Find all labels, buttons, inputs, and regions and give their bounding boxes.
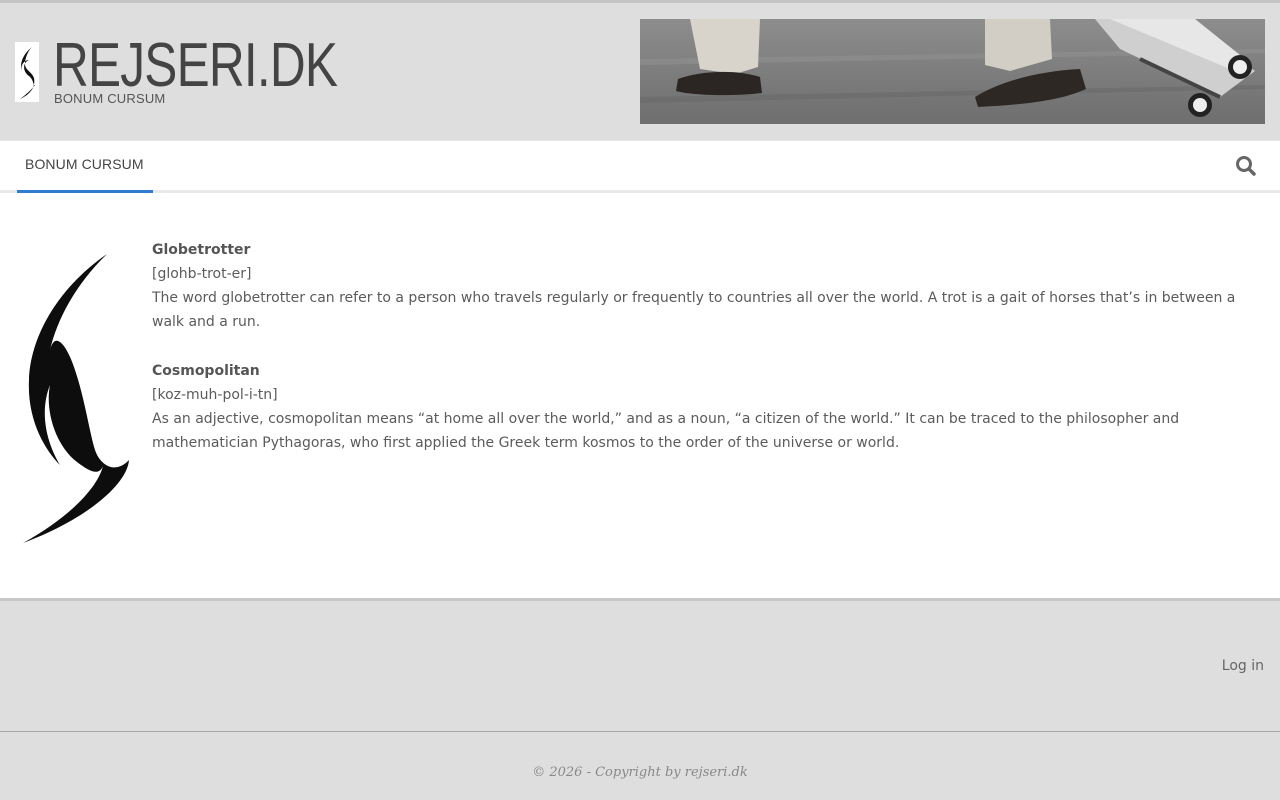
dictionary-entry: Globetrotter [glohb-trot-er] The word gl… [152,238,1264,334]
entry-pronunciation: [glohb-trot-er] [152,266,252,282]
nav-item-label: BONUM CURSUM [25,156,144,172]
footer-divider [0,731,1280,732]
main-navigation: BONUM CURSUM [0,140,1280,193]
login-link[interactable]: Log in [1222,658,1264,674]
copyright-text: © 2026 - Copyright by rejseri.dk [532,765,748,780]
site-title[interactable]: REJSERI.DK [53,33,338,99]
entry-pronunciation: [koz-muh-pol-i-tn] [152,387,278,403]
site-tagline: BONUM CURSUM [54,91,166,106]
dictionary-entries: Globetrotter [glohb-trot-er] The word gl… [152,238,1264,455]
site-logo[interactable] [15,42,39,102]
entry-term: Globetrotter [152,242,251,258]
search-button[interactable] [1234,153,1258,179]
crescent-swirl-logo-icon [15,250,133,548]
entry-term: Cosmopolitan [152,363,260,379]
dictionary-entry: Cosmopolitan [koz-muh-pol-i-tn] As an ad… [152,359,1264,455]
search-icon [1236,156,1256,176]
nav-item-bonum-cursum[interactable]: BONUM CURSUM [17,141,153,193]
crescent-swirl-logo-icon [20,47,35,99]
entry-definition: The word globetrotter can refer to a per… [152,290,1236,330]
header-banner-image [640,19,1265,124]
entry-definition: As an adjective, cosmopolitan means “at … [152,411,1180,451]
site-footer: Log in © 2026 - Copyright by rejseri.dk [0,598,1280,800]
site-header: REJSERI.DK BONUM CURSUM [0,3,1280,140]
